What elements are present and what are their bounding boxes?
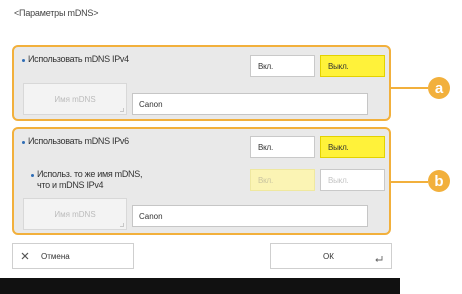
ok-label: ОК [323, 251, 334, 261]
ipv6-mdns-name-button: Имя mDNS [23, 198, 127, 230]
ipv6-mdns-name-field[interactable]: Canon [132, 205, 368, 227]
ipv6-label: Использовать mDNS IPv6 [28, 136, 129, 146]
ipv4-on-button[interactable]: Вкл. [250, 55, 315, 77]
ipv4-off-button[interactable]: Выкл. [320, 55, 385, 77]
ipv6-off-button[interactable]: Выкл. [320, 136, 385, 158]
ipv4-mdns-name-button: Имя mDNS [23, 83, 127, 115]
ipv6-same-name-on-button: Вкл. [250, 169, 315, 191]
callout-b-badge: b [428, 170, 450, 192]
callout-a-line [391, 87, 428, 89]
corner-mark-icon [120, 223, 124, 227]
callout-b-line [391, 181, 428, 183]
bottom-status-bar [0, 278, 400, 294]
enter-key-icon [375, 256, 383, 262]
screen-title: <Параметры mDNS> [14, 8, 99, 18]
ipv6-same-name-bullet [31, 174, 34, 177]
ipv4-bullet [22, 59, 25, 62]
cancel-button[interactable]: Отмена [12, 243, 134, 269]
corner-mark-icon [120, 108, 124, 112]
ipv6-bullet [22, 141, 25, 144]
ipv6-same-name-off-button: Выкл. [320, 169, 385, 191]
ipv6-same-name-label-line2: что и mDNS IPv4 [37, 180, 104, 190]
ipv4-mdns-name-field[interactable]: Canon [132, 93, 368, 115]
close-icon [21, 252, 29, 260]
callout-a-badge: a [428, 77, 450, 99]
ipv6-same-name-label-line1: Использ. то же имя mDNS, [37, 169, 143, 179]
ipv6-mdns-name-button-label: Имя mDNS [54, 209, 96, 219]
ipv4-label: Использовать mDNS IPv4 [28, 54, 129, 64]
cancel-label: Отмена [41, 251, 70, 261]
ok-button[interactable]: ОК [270, 243, 392, 269]
ipv6-on-button[interactable]: Вкл. [250, 136, 315, 158]
ipv6-same-name-label: Использ. то же имя mDNS, что и mDNS IPv4 [37, 169, 142, 191]
ipv4-mdns-name-button-label: Имя mDNS [54, 94, 96, 104]
